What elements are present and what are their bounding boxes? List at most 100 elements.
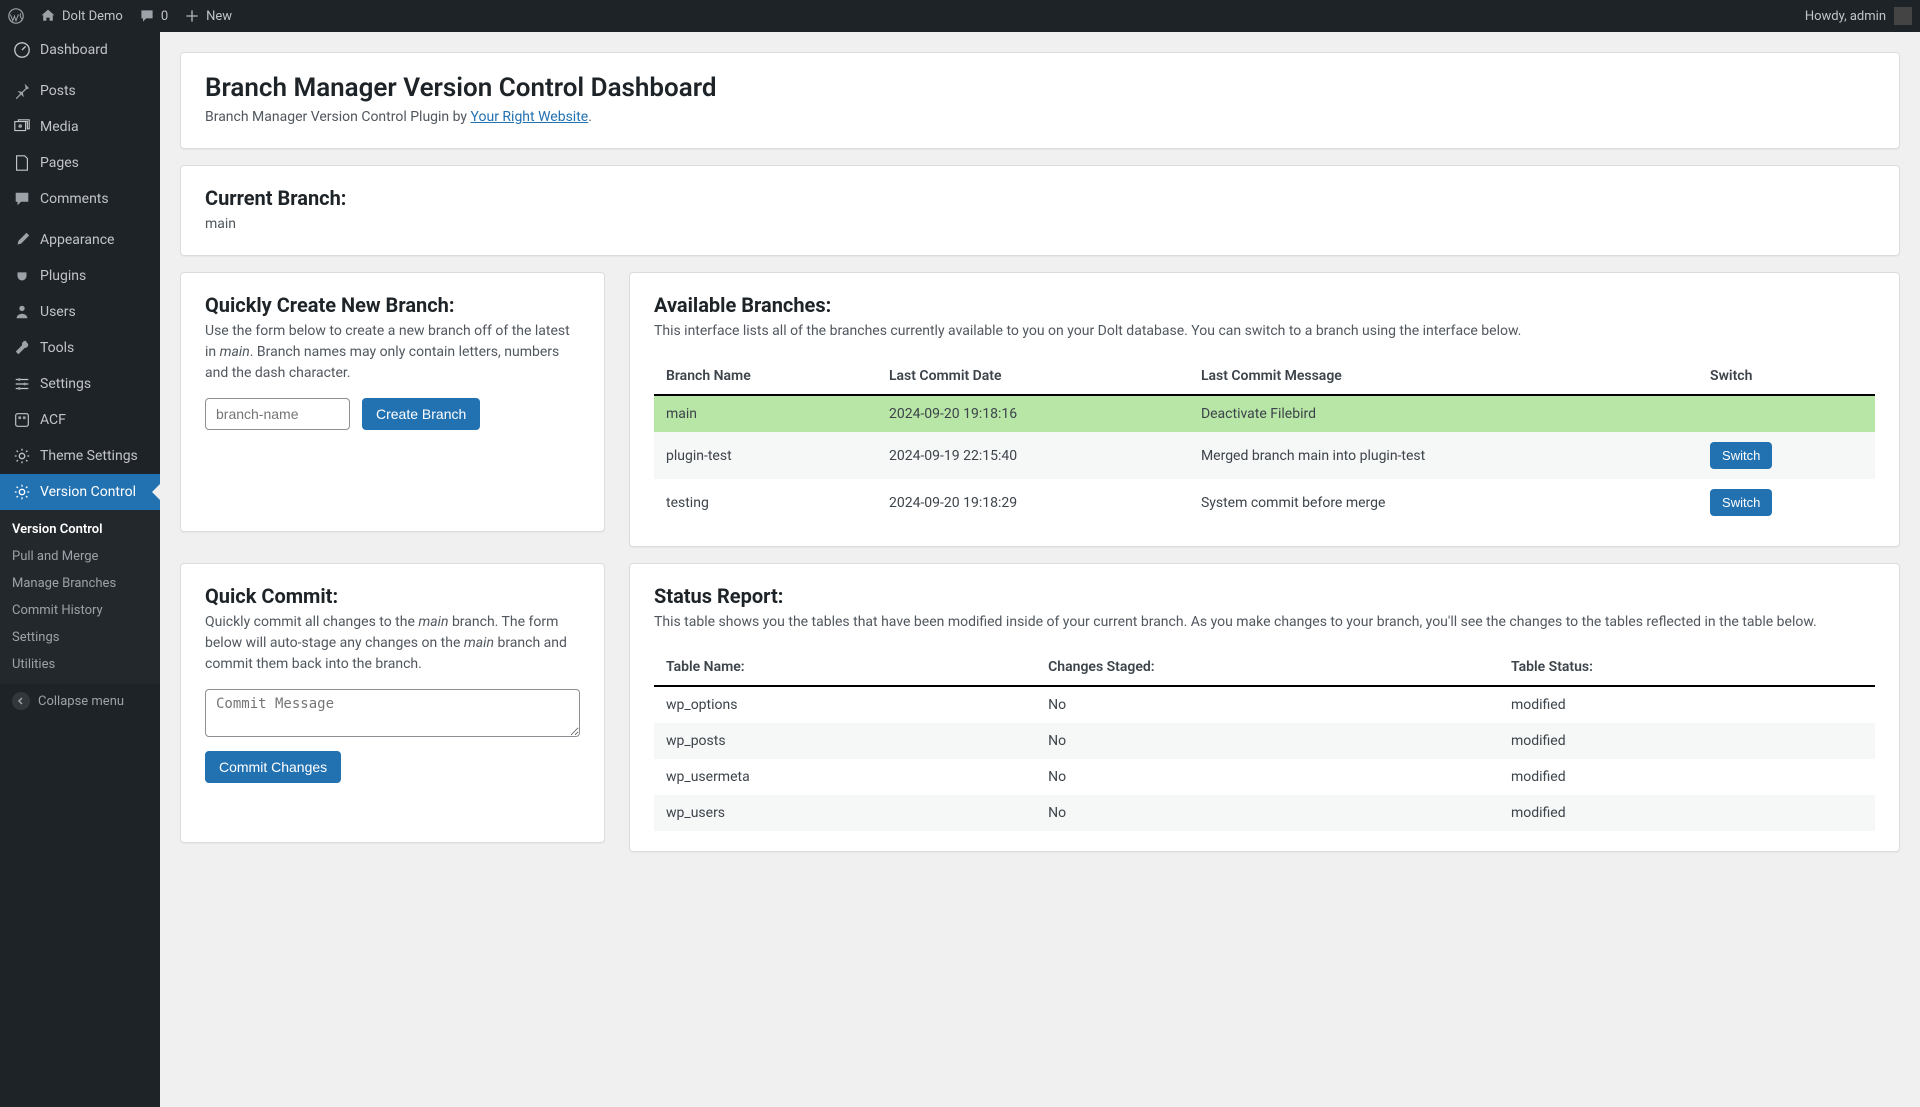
sidebar-item-media[interactable]: Media [0, 109, 160, 145]
new-content[interactable]: New [184, 8, 232, 24]
sidebar-item-comments[interactable]: Comments [0, 181, 160, 217]
current-branch-card: Current Branch: main [180, 165, 1900, 256]
switch-button[interactable]: Switch [1710, 489, 1772, 516]
col-branch-name: Branch Name [654, 358, 877, 395]
table-row: plugin-test 2024-09-19 22:15:40 Merged b… [654, 432, 1875, 479]
cell-branch-name: plugin-test [654, 432, 877, 479]
col-switch: Switch [1698, 358, 1875, 395]
submenu-pull-merge[interactable]: Pull and Merge [0, 543, 160, 570]
table-row: wp_options No modified [654, 686, 1875, 723]
create-branch-heading: Quickly Create New Branch: [205, 293, 580, 317]
sliders-icon [12, 374, 32, 394]
cell-table-name: wp_users [654, 795, 1036, 831]
acf-icon [12, 410, 32, 430]
wrench-icon [12, 338, 32, 358]
wp-logo[interactable] [8, 8, 24, 24]
plug-icon [12, 266, 32, 286]
cell-branch-name: main [654, 395, 877, 432]
submenu-utilities[interactable]: Utilities [0, 651, 160, 678]
cell-table-name: wp_usermeta [654, 759, 1036, 795]
branches-table: Branch Name Last Commit Date Last Commit… [654, 358, 1875, 526]
author-link[interactable]: Your Right Website [471, 109, 589, 125]
create-branch-button[interactable]: Create Branch [362, 398, 480, 430]
col-table-name: Table Name: [654, 649, 1036, 686]
gear-icon [12, 446, 32, 466]
submenu-manage-branches[interactable]: Manage Branches [0, 570, 160, 597]
cell-switch [1698, 395, 1875, 432]
table-row: main 2024-09-20 19:18:16 Deactivate File… [654, 395, 1875, 432]
cell-staged: No [1036, 686, 1499, 723]
cell-switch: Switch [1698, 479, 1875, 526]
sidebar-item-pages[interactable]: Pages [0, 145, 160, 181]
header-card: Branch Manager Version Control Dashboard… [180, 52, 1900, 149]
sidebar-item-appearance[interactable]: Appearance [0, 222, 160, 258]
branches-heading: Available Branches: [654, 293, 1875, 317]
submenu-settings[interactable]: Settings [0, 624, 160, 651]
media-icon [12, 117, 32, 137]
sidebar-item-theme-settings[interactable]: Theme Settings [0, 438, 160, 474]
cell-table-name: wp_posts [654, 723, 1036, 759]
status-desc: This table shows you the tables that hav… [654, 612, 1875, 633]
comment-icon [12, 189, 32, 209]
col-changes-staged: Changes Staged: [1036, 649, 1499, 686]
submenu-commit-history[interactable]: Commit History [0, 597, 160, 624]
status-heading: Status Report: [654, 584, 1875, 608]
cell-commit-msg: Merged branch main into plugin-test [1189, 432, 1698, 479]
cell-commit-msg: System commit before merge [1189, 479, 1698, 526]
table-row: testing 2024-09-20 19:18:29 System commi… [654, 479, 1875, 526]
sidebar-item-settings[interactable]: Settings [0, 366, 160, 402]
cell-branch-name: testing [654, 479, 877, 526]
collapse-icon [12, 692, 30, 710]
cell-status: modified [1499, 723, 1875, 759]
avatar [1894, 7, 1912, 25]
sidebar-item-users[interactable]: Users [0, 294, 160, 330]
cell-commit-date: 2024-09-20 19:18:16 [877, 395, 1189, 432]
commit-changes-button[interactable]: Commit Changes [205, 751, 341, 783]
create-branch-card: Quickly Create New Branch: Use the form … [180, 272, 605, 532]
current-branch-heading: Current Branch: [205, 186, 1875, 210]
pin-icon [12, 81, 32, 101]
col-last-commit-msg: Last Commit Message [1189, 358, 1698, 395]
account-menu[interactable]: Howdy, admin [1805, 7, 1912, 25]
cell-status: modified [1499, 759, 1875, 795]
sidebar-item-acf[interactable]: ACF [0, 402, 160, 438]
table-row: wp_usermeta No modified [654, 759, 1875, 795]
sidebar-item-version-control[interactable]: Version Control [0, 474, 160, 510]
branch-name-input[interactable] [205, 398, 350, 430]
gear-icon [12, 482, 32, 502]
comments-link[interactable]: 0 [139, 8, 168, 24]
table-row: wp_posts No modified [654, 723, 1875, 759]
switch-button[interactable]: Switch [1710, 442, 1772, 469]
col-last-commit-date: Last Commit Date [877, 358, 1189, 395]
quick-commit-card: Quick Commit: Quickly commit all changes… [180, 563, 605, 843]
submenu-version-control[interactable]: Version Control [0, 516, 160, 543]
commit-message-input[interactable] [205, 689, 580, 737]
sidebar-item-posts[interactable]: Posts [0, 73, 160, 109]
user-icon [12, 302, 32, 322]
cell-staged: No [1036, 759, 1499, 795]
col-table-status: Table Status: [1499, 649, 1875, 686]
collapse-menu[interactable]: Collapse menu [0, 684, 160, 718]
dashboard-icon [12, 40, 32, 60]
site-link[interactable]: Dolt Demo [40, 8, 123, 24]
page-title: Branch Manager Version Control Dashboard [205, 73, 1875, 103]
main-content: Branch Manager Version Control Dashboard… [160, 32, 1920, 1107]
cell-status: modified [1499, 686, 1875, 723]
cell-commit-msg: Deactivate Filebird [1189, 395, 1698, 432]
cell-status: modified [1499, 795, 1875, 831]
sidebar-submenu: Version Control Pull and Merge Manage Br… [0, 510, 160, 684]
cell-table-name: wp_options [654, 686, 1036, 723]
page-icon [12, 153, 32, 173]
sidebar-item-tools[interactable]: Tools [0, 330, 160, 366]
table-row: wp_users No modified [654, 795, 1875, 831]
admin-sidebar: Dashboard Posts Media Pages Comments App… [0, 32, 160, 1107]
status-report-card: Status Report: This table shows you the … [629, 563, 1900, 852]
quick-commit-desc: Quickly commit all changes to the main b… [205, 612, 580, 675]
branches-card: Available Branches: This interface lists… [629, 272, 1900, 547]
current-branch-value: main [205, 214, 1875, 235]
page-subtitle: Branch Manager Version Control Plugin by… [205, 107, 1875, 128]
cell-commit-date: 2024-09-20 19:18:29 [877, 479, 1189, 526]
sidebar-item-plugins[interactable]: Plugins [0, 258, 160, 294]
brush-icon [12, 230, 32, 250]
sidebar-item-dashboard[interactable]: Dashboard [0, 32, 160, 68]
